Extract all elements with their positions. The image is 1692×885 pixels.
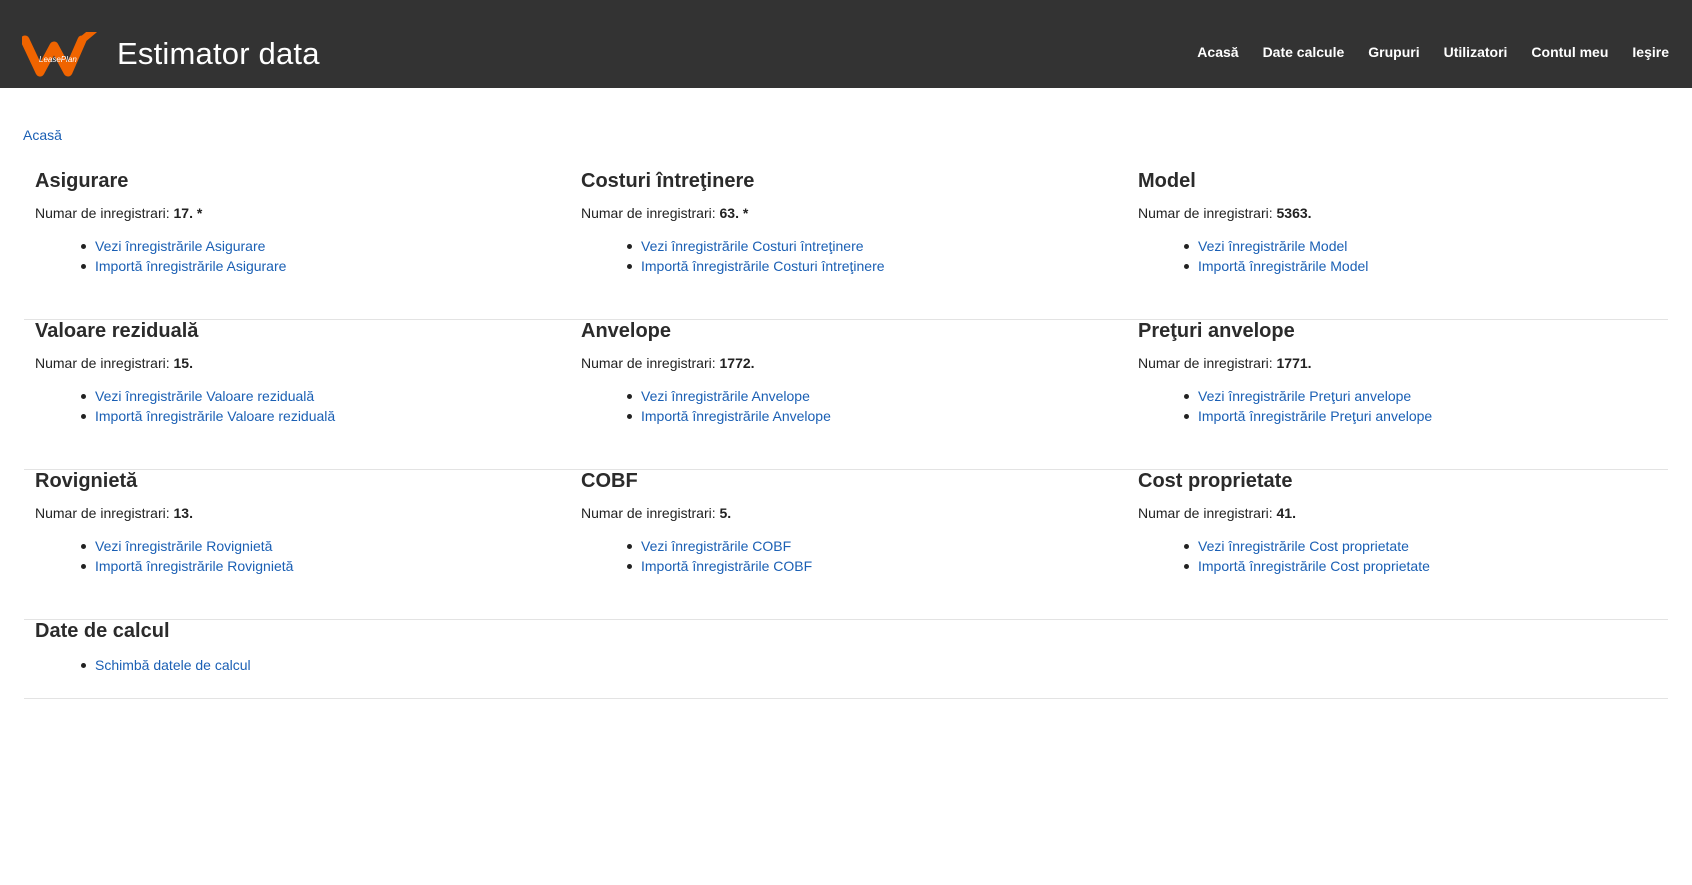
section-row: Date de calcul Schimbă datele de calcul (24, 620, 1668, 699)
nav-utilizatori[interactable]: Utilizatori (1444, 44, 1508, 60)
list-item: Vezi înregistrările Cost proprietate (1184, 536, 1430, 556)
record-count: Numar de inregistrari: 17. * (35, 205, 203, 221)
import-records-link[interactable]: Importă înregistrările Asigurare (95, 258, 286, 274)
list-item: Importă înregistrările Asigurare (80, 256, 286, 276)
record-count: Numar de inregistrari: 5. (581, 505, 732, 521)
import-records-link[interactable]: Importă înregistrările COBF (641, 558, 812, 574)
record-count: Numar de inregistrari: 41. (1138, 505, 1296, 521)
breadcrumb-home[interactable]: Acasă (23, 127, 62, 143)
section-title: COBF (581, 470, 638, 492)
section-row: Valoare reziduală Numar de inregistrari:… (24, 320, 1668, 470)
nav-contul-meu[interactable]: Contul meu (1531, 44, 1608, 60)
import-records-link[interactable]: Importă înregistrările Costuri întreţine… (641, 258, 885, 274)
list-item: Vezi înregistrările Rovignietă (80, 536, 293, 556)
view-records-link[interactable]: Vezi înregistrările Valoare reziduală (95, 388, 314, 404)
view-records-link[interactable]: Vezi înregistrările Preţuri anvelope (1198, 388, 1411, 404)
record-count: Numar de inregistrari: 5363. (1138, 205, 1312, 221)
section-links: Vezi înregistrările Cost proprietate Imp… (1184, 536, 1430, 576)
view-records-link[interactable]: Vezi înregistrările Asigurare (95, 238, 265, 254)
list-item: Vezi înregistrările Anvelope (627, 386, 831, 406)
leaseplan-logo[interactable]: LeasePlan (22, 32, 100, 80)
list-item: Importă înregistrările Model (1183, 256, 1368, 276)
list-item: Vezi înregistrările Asigurare (80, 236, 286, 256)
import-records-link[interactable]: Importă înregistrările Rovignietă (95, 558, 293, 574)
main-nav: Acasă Date calcule Grupuri Utilizatori C… (1173, 44, 1669, 60)
section-links: Vezi înregistrările Anvelope Importă înr… (627, 386, 831, 426)
section-links: Vezi înregistrările Costuri întreţinere … (627, 236, 885, 276)
section-links: Vezi înregistrările Model Importă înregi… (1183, 236, 1368, 276)
list-item: Vezi înregistrările Model (1183, 236, 1368, 256)
import-records-link[interactable]: Importă înregistrările Model (1198, 258, 1368, 274)
section-title: Rovignietă (35, 470, 138, 492)
section-title: Asigurare (35, 170, 129, 192)
list-item: Importă înregistrările Cost proprietate (1184, 556, 1430, 576)
svg-text:LeasePlan: LeasePlan (39, 55, 77, 64)
list-item: Importă înregistrările Valoare reziduală (80, 406, 335, 426)
section-links: Vezi înregistrările COBF Importă înregis… (626, 536, 812, 576)
section-links: Vezi înregistrările Preţuri anvelope Imp… (1183, 386, 1432, 426)
list-item: Vezi înregistrările Valoare reziduală (80, 386, 335, 406)
list-item: Vezi înregistrările Preţuri anvelope (1183, 386, 1432, 406)
view-records-link[interactable]: Vezi înregistrările Costuri întreţinere (641, 238, 864, 254)
nav-date-calcule[interactable]: Date calcule (1263, 44, 1345, 60)
section-title: Anvelope (581, 320, 672, 342)
section-title: Model (1138, 170, 1196, 192)
view-records-link[interactable]: Vezi înregistrările Model (1198, 238, 1347, 254)
nav-acasa[interactable]: Acasă (1197, 44, 1238, 60)
section-row: Asigurare Numar de inregistrari: 17. * V… (24, 170, 1668, 320)
nav-grupuri[interactable]: Grupuri (1368, 44, 1419, 60)
section-title: Preţuri anvelope (1138, 320, 1295, 342)
view-records-link[interactable]: Vezi înregistrările Anvelope (641, 388, 810, 404)
list-item: Importă înregistrările Anvelope (627, 406, 831, 426)
section-links: Schimbă datele de calcul (81, 655, 251, 675)
record-count: Numar de inregistrari: 1771. (1138, 355, 1312, 371)
list-item: Importă înregistrările Rovignietă (80, 556, 293, 576)
section-links: Vezi înregistrările Rovignietă Importă î… (80, 536, 293, 576)
record-count: Numar de inregistrari: 63. * (581, 205, 749, 221)
import-records-link[interactable]: Importă înregistrările Preţuri anvelope (1198, 408, 1432, 424)
section-links: Vezi înregistrările Asigurare Importă în… (80, 236, 286, 276)
list-item: Importă înregistrările Preţuri anvelope (1183, 406, 1432, 426)
change-calc-data-link[interactable]: Schimbă datele de calcul (95, 657, 251, 673)
import-records-link[interactable]: Importă înregistrările Cost proprietate (1198, 558, 1430, 574)
view-records-link[interactable]: Vezi înregistrările Cost proprietate (1198, 538, 1409, 554)
section-title: Costuri întreţinere (581, 170, 755, 192)
section-title: Cost proprietate (1138, 470, 1293, 492)
section-links: Vezi înregistrările Valoare reziduală Im… (80, 386, 335, 426)
view-records-link[interactable]: Vezi înregistrările COBF (641, 538, 791, 554)
top-navbar: LeasePlan Estimator data Acasă Date calc… (0, 0, 1692, 88)
section-title: Valoare reziduală (35, 320, 199, 342)
section-row: Rovignietă Numar de inregistrari: 13. Ve… (24, 470, 1668, 620)
record-count: Numar de inregistrari: 15. (35, 355, 193, 371)
list-item: Vezi înregistrările COBF (626, 536, 812, 556)
section-title: Date de calcul (35, 620, 170, 642)
import-records-link[interactable]: Importă înregistrările Anvelope (641, 408, 831, 424)
view-records-link[interactable]: Vezi înregistrările Rovignietă (95, 538, 272, 554)
list-item: Importă înregistrările Costuri întreţine… (627, 256, 885, 276)
nav-iesire[interactable]: Ieşire (1632, 44, 1669, 60)
list-item: Vezi înregistrările Costuri întreţinere (627, 236, 885, 256)
import-records-link[interactable]: Importă înregistrările Valoare reziduală (95, 408, 335, 424)
list-item: Importă înregistrările COBF (626, 556, 812, 576)
app-title: Estimator data (117, 36, 320, 71)
list-item: Schimbă datele de calcul (81, 655, 251, 675)
record-count: Numar de inregistrari: 13. (35, 505, 193, 521)
record-count: Numar de inregistrari: 1772. (581, 355, 755, 371)
